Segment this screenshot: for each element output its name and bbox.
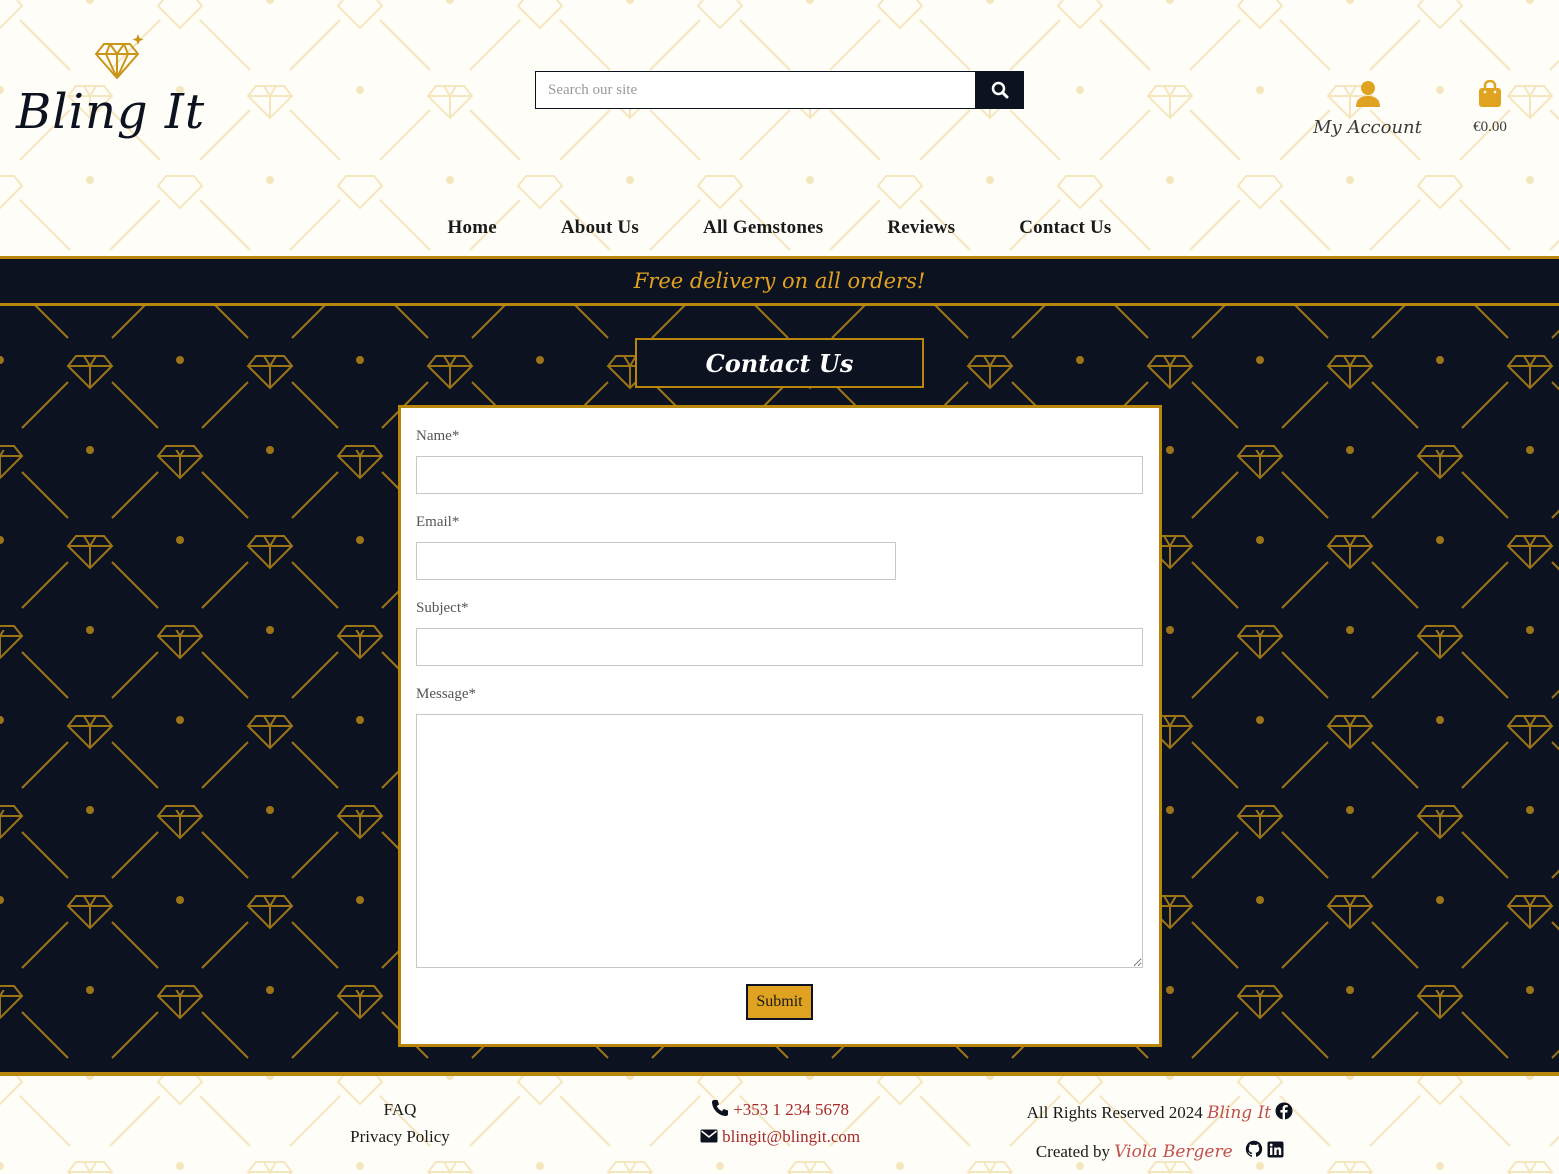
footer-contact: +353 1 234 5678 blingit@blingit.com xyxy=(660,1096,900,1150)
nav-contact-us[interactable]: Contact Us xyxy=(987,213,1143,247)
search-input[interactable] xyxy=(535,71,975,109)
bag-total: €0.00 xyxy=(1473,119,1507,135)
diamond-logo-icon xyxy=(95,34,144,79)
rights-text: All Rights Reserved 2024 xyxy=(1026,1103,1203,1122)
phone-link[interactable]: +353 1 234 5678 xyxy=(733,1100,849,1119)
message-field[interactable] xyxy=(416,714,1143,968)
email-link[interactable]: blingit@blingit.com xyxy=(722,1127,860,1146)
search-icon xyxy=(991,81,1008,99)
privacy-policy-link[interactable]: Privacy Policy xyxy=(330,1123,470,1150)
footer-brand: Bling It xyxy=(1206,1103,1272,1123)
subject-label: Subject* xyxy=(416,600,469,616)
author-name: Viola Bergere xyxy=(1114,1141,1233,1162)
footer-email: blingit@blingit.com xyxy=(660,1123,900,1150)
search-form xyxy=(535,71,1024,109)
nav-reviews[interactable]: Reviews xyxy=(855,213,987,247)
my-account-label: My Account xyxy=(1313,117,1422,138)
user-icon xyxy=(1355,81,1380,107)
phone-icon xyxy=(711,1100,728,1116)
nav-about-us[interactable]: About Us xyxy=(529,213,671,247)
footer-credits: All Rights Reserved 2024 Bling It Create… xyxy=(1000,1094,1320,1171)
name-field[interactable] xyxy=(416,456,1143,494)
github-icon xyxy=(1245,1140,1263,1158)
name-label: Name* xyxy=(416,428,460,444)
nav-home[interactable]: Home xyxy=(416,213,529,247)
facebook-icon xyxy=(1275,1102,1293,1120)
page-title: Contact Us xyxy=(705,348,854,378)
footer-links: FAQ Privacy Policy xyxy=(330,1096,470,1150)
created-by-text: Created by xyxy=(1035,1141,1110,1161)
shopping-bag-icon xyxy=(1479,79,1501,107)
brand-name: Bling It xyxy=(16,84,206,140)
promo-banner-text: Free delivery on all orders! xyxy=(633,269,926,293)
envelope-icon xyxy=(700,1129,718,1143)
email-label: Email* xyxy=(416,514,460,530)
site-footer: FAQ Privacy Policy +353 1 234 5678 bling… xyxy=(0,1072,1559,1174)
main-nav: Home About Us All Gemstones Reviews Cont… xyxy=(0,213,1559,247)
subject-field[interactable] xyxy=(416,628,1143,666)
linkedin-icon xyxy=(1267,1141,1284,1158)
facebook-link[interactable] xyxy=(1275,1096,1293,1133)
faq-link[interactable]: FAQ xyxy=(330,1096,470,1123)
search-button[interactable] xyxy=(975,71,1024,109)
page-title-box: Contact Us xyxy=(635,338,924,388)
my-account-link[interactable]: My Account xyxy=(1305,80,1430,144)
contact-form: Name* Email* Subject* Message* Submit xyxy=(398,405,1162,1047)
email-field[interactable] xyxy=(416,542,896,580)
footer-rights-row: All Rights Reserved 2024 Bling It xyxy=(1000,1094,1320,1133)
submit-button[interactable]: Submit xyxy=(746,984,813,1020)
main-content: Contact Us Name* Email* Subject* Message… xyxy=(0,306,1559,1072)
brand-logo[interactable]: Bling It xyxy=(16,32,206,157)
footer-author-row: Created by Viola Bergere xyxy=(1000,1133,1320,1172)
shopping-bag-link[interactable]: €0.00 xyxy=(1460,79,1520,144)
github-link[interactable] xyxy=(1245,1134,1263,1171)
promo-banner: Free delivery on all orders! xyxy=(0,256,1559,306)
nav-all-gemstones[interactable]: All Gemstones xyxy=(671,213,855,247)
footer-phone: +353 1 234 5678 xyxy=(660,1096,900,1123)
linkedin-link[interactable] xyxy=(1267,1134,1284,1171)
site-header: Bling It My Account €0.00 Home About Us … xyxy=(0,0,1559,256)
message-label: Message* xyxy=(416,686,476,702)
